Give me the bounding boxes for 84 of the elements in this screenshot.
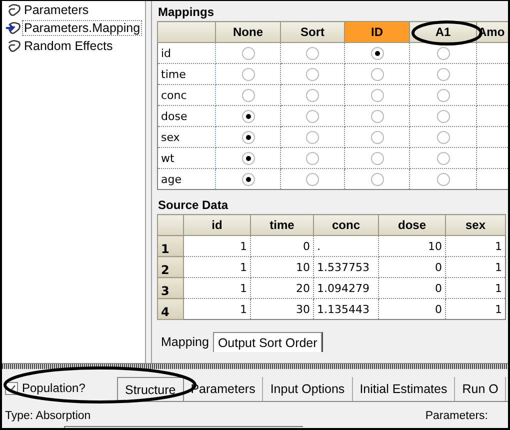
table-cell: dose: [158, 106, 216, 126]
header-cell: [158, 22, 216, 42]
table-cell: 1: [184, 236, 250, 256]
table-cell: 1.537753: [314, 256, 378, 278]
table-cell: 1: [184, 278, 250, 298]
radio-button[interactable]: [370, 152, 384, 165]
table-cell: 1: [446, 256, 506, 278]
node-icon: [6, 21, 22, 35]
radio-button[interactable]: [436, 172, 450, 186]
column-header: id: [184, 214, 250, 236]
radio-button[interactable]: [306, 130, 319, 144]
table-cell: conc: [158, 84, 216, 106]
table-cell: 10: [250, 256, 314, 278]
row-header: 2: [158, 256, 184, 278]
column-header: time: [250, 214, 314, 236]
table-cell: 1.135443: [314, 298, 378, 320]
table-cell: 0: [250, 236, 314, 256]
column-header[interactable]: Sort: [280, 22, 344, 42]
table-cell: age: [158, 168, 216, 190]
table-cell: 1: [184, 298, 250, 320]
section-title: Mappings: [158, 5, 214, 19]
table-cell: 0: [378, 298, 446, 320]
tree-item[interactable]: Parameters.Mapping: [23, 21, 142, 35]
tree-item[interactable]: Parameters: [23, 3, 90, 17]
table-cell: .: [314, 236, 378, 256]
radio-button[interactable]: [242, 152, 254, 165]
table-cell: 30: [250, 298, 314, 320]
radio-button[interactable]: [370, 172, 384, 186]
column-header[interactable]: None: [216, 22, 280, 42]
radio-button[interactable]: [370, 110, 384, 123]
radio-button[interactable]: [436, 88, 450, 102]
radio-button[interactable]: [436, 46, 450, 60]
table-cell: 1: [446, 236, 506, 256]
radio-button[interactable]: [242, 88, 254, 102]
radio-button[interactable]: [306, 172, 319, 186]
section-title: Source Data: [158, 198, 228, 212]
table-cell: 1: [446, 298, 506, 320]
node-icon: [6, 3, 22, 17]
row-header: 3: [158, 278, 184, 298]
table-cell: wt: [158, 148, 216, 168]
header-cell: [158, 214, 184, 236]
table-cell: 10: [378, 236, 446, 256]
table-cell: 1: [184, 256, 250, 278]
column-header[interactable]: ID: [344, 22, 410, 42]
table-cell: 0: [378, 256, 446, 278]
radio-button[interactable]: [370, 88, 384, 102]
splitter[interactable]: [2, 363, 508, 369]
tab[interactable]: Structure: [117, 377, 184, 401]
tree-item[interactable]: Random Effects: [23, 39, 114, 53]
radio-button[interactable]: [370, 68, 384, 81]
type-label: Type: Absorption: [5, 410, 91, 422]
radio-button[interactable]: [242, 68, 254, 81]
radio-button[interactable]: [436, 68, 450, 81]
radio-button[interactable]: [306, 88, 319, 102]
radio-button[interactable]: [306, 68, 319, 81]
column-header: conc: [314, 214, 378, 236]
radio-button[interactable]: [242, 46, 254, 60]
checkbox-label: Population?: [22, 381, 86, 395]
radio-button[interactable]: [242, 172, 254, 186]
radio-button[interactable]: [306, 46, 319, 60]
tab[interactable]: Mapping: [157, 332, 213, 352]
table-cell: 1: [446, 278, 506, 298]
radio-button[interactable]: [306, 110, 319, 123]
table-cell: 0: [378, 278, 446, 298]
radio-button[interactable]: [370, 46, 384, 60]
column-header: sex: [446, 214, 506, 236]
table-cell: 20: [250, 278, 314, 298]
radio-button[interactable]: [436, 152, 450, 165]
column-header: dose: [378, 214, 446, 236]
radio-button[interactable]: [306, 152, 319, 165]
radio-button[interactable]: [436, 130, 450, 144]
table-cell: time: [158, 64, 216, 84]
table-cell: 1.094279: [314, 278, 378, 298]
radio-button[interactable]: [242, 110, 254, 123]
row-header: 1: [158, 236, 184, 256]
node-icon: [6, 39, 22, 53]
table-cell: id: [158, 42, 216, 64]
radio-button[interactable]: [436, 110, 450, 123]
radio-button[interactable]: [370, 130, 384, 144]
parameters-label: Parameters:: [425, 410, 488, 422]
radio-button[interactable]: [242, 130, 254, 144]
row-header: 4: [158, 298, 184, 320]
table-cell: sex: [158, 126, 216, 148]
tab[interactable]: Output Sort Order: [212, 332, 322, 352]
